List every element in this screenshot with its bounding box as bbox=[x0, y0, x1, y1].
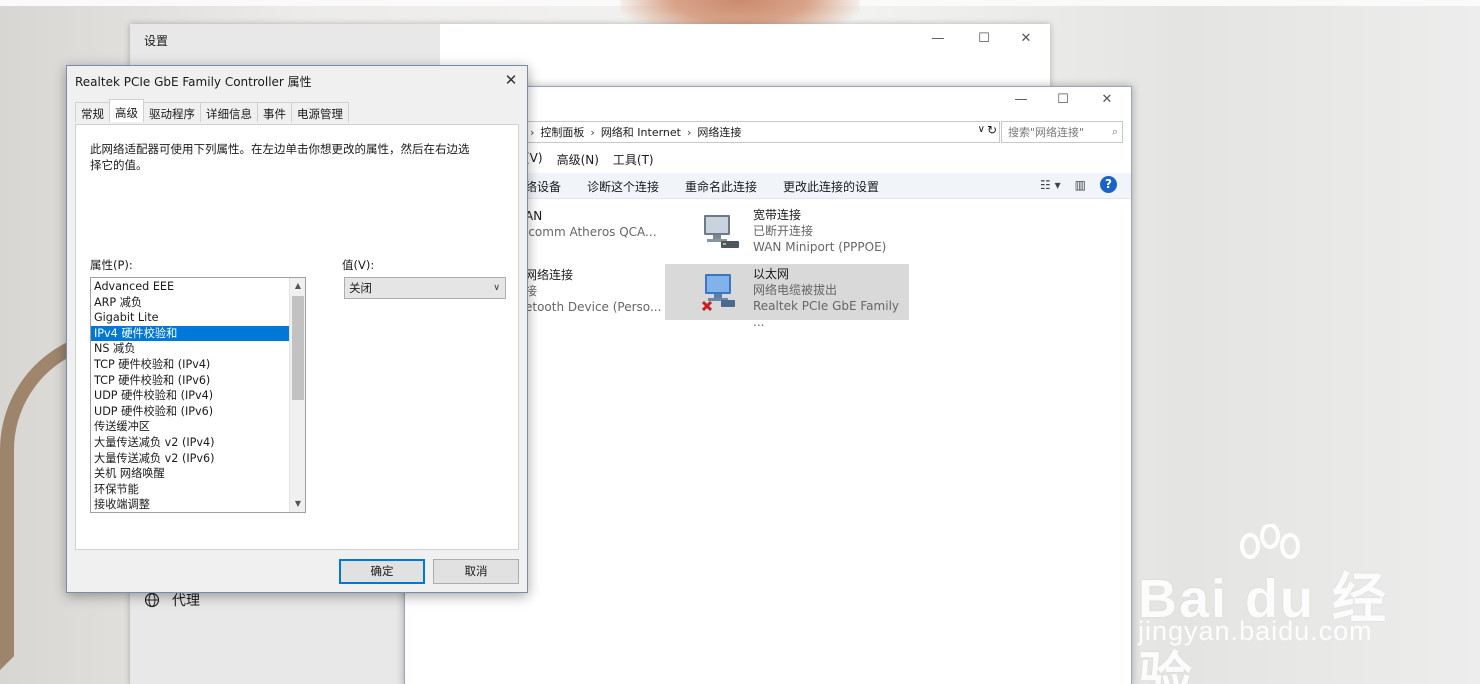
breadcrumb-chevron-icon: › bbox=[687, 125, 692, 139]
connection-name: AN bbox=[525, 209, 543, 223]
list-item[interactable]: 关机 网络唤醒 bbox=[91, 466, 289, 482]
connection-device: etooth Device (Perso... bbox=[525, 300, 662, 314]
list-item[interactable]: TCP 硬件校验和 (IPv6) bbox=[91, 373, 289, 389]
property-label: 属性(P): bbox=[90, 258, 133, 272]
list-item[interactable]: UDP 硬件校验和 (IPv6) bbox=[91, 404, 289, 420]
connection-device: WAN Miniport (PPPOE) bbox=[753, 240, 887, 254]
tab-driver[interactable]: 驱动程序 bbox=[143, 102, 201, 122]
cancel-button[interactable]: 取消 bbox=[433, 559, 519, 584]
scroll-up-icon[interactable]: ▲ bbox=[290, 278, 305, 294]
help-icon[interactable]: ? bbox=[1100, 176, 1117, 193]
dialog-title: Realtek PCIe GbE Family Controller 属性 bbox=[75, 75, 312, 89]
close-icon[interactable]: ✕ bbox=[1006, 28, 1046, 50]
list-item[interactable]: 接收端调整 bbox=[91, 497, 289, 512]
list-item[interactable]: ARP 减负 bbox=[91, 295, 289, 311]
list-item[interactable]: Advanced EEE bbox=[91, 279, 289, 295]
watermark-url: jingyan.baidu.com bbox=[1138, 616, 1373, 646]
minimize-icon[interactable]: — bbox=[1001, 89, 1041, 111]
list-item[interactable]: NS 减负 bbox=[91, 341, 289, 357]
minimize-icon[interactable]: — bbox=[918, 28, 958, 50]
list-item-selected[interactable]: IPv4 硬件校验和 bbox=[91, 325, 289, 342]
list-item[interactable]: Gigabit Lite bbox=[91, 310, 289, 326]
listbox-scrollbar[interactable]: ▲ ▼ bbox=[289, 278, 305, 512]
tab-details[interactable]: 详细信息 bbox=[200, 102, 258, 122]
property-listbox[interactable]: Advanced EEE ARP 减负 Gigabit Lite IPv4 硬件… bbox=[90, 277, 306, 513]
breadcrumb-chevron-icon: › bbox=[590, 125, 595, 139]
menu-advanced[interactable]: 高级(N) bbox=[557, 151, 599, 168]
list-item[interactable]: 环保节能 bbox=[91, 482, 289, 498]
connection-name: 以太网 bbox=[753, 267, 790, 281]
list-item[interactable]: 传送缓冲区 bbox=[91, 419, 289, 435]
breadcrumb-chevron-icon: › bbox=[530, 125, 535, 139]
menu-bar: (V) 高级(N) 工具(T) bbox=[525, 151, 654, 168]
maximize-icon[interactable]: ☐ bbox=[1043, 89, 1083, 111]
cmd-diagnose[interactable]: 诊断这个连接 bbox=[587, 178, 659, 195]
preview-pane-icon[interactable]: ▥ bbox=[1075, 178, 1086, 192]
value-dropdown-selected: 关闭 bbox=[349, 281, 372, 295]
value-label: 值(V): bbox=[342, 258, 375, 272]
view-options-icon[interactable]: ☷ ▾ bbox=[1040, 178, 1061, 192]
connection-status: 已断开连接 bbox=[753, 224, 814, 238]
cmd-rename[interactable]: 重命名此连接 bbox=[685, 178, 757, 195]
ok-button[interactable]: 确定 bbox=[339, 559, 425, 584]
close-icon[interactable]: ✕ bbox=[497, 68, 525, 92]
globe-icon bbox=[144, 592, 160, 608]
list-item[interactable]: 大量传送减负 v2 (IPv4) bbox=[91, 435, 289, 451]
close-icon[interactable]: ✕ bbox=[1087, 89, 1127, 111]
tab-events[interactable]: 事件 bbox=[257, 102, 292, 122]
search-placeholder: 搜索"网络连接" bbox=[1008, 126, 1085, 139]
settings-nav-proxy-label: 代理 bbox=[172, 593, 200, 609]
adapter-properties-dialog: Realtek PCIe GbE Family Controller 属性 ✕ … bbox=[66, 65, 528, 593]
description-text: 此网络适配器可使用下列属性。在左边单击你想更改的属性，然后在右边选择它的值。 bbox=[90, 142, 470, 172]
connection-device: lcomm Atheros QCA... bbox=[525, 225, 657, 239]
tab-power-management[interactable]: 电源管理 bbox=[291, 102, 349, 122]
menu-tools[interactable]: 工具(T) bbox=[613, 151, 654, 168]
connection-wlan[interactable]: AN lcomm Atheros QCA... bbox=[525, 208, 657, 240]
cmd-change-settings[interactable]: 更改此连接的设置 bbox=[783, 178, 879, 195]
breadcrumb-item[interactable]: 网络连接 bbox=[697, 124, 741, 140]
list-item[interactable]: UDP 硬件校验和 (IPv4) bbox=[91, 388, 289, 404]
refresh-icon[interactable]: ↻ bbox=[987, 123, 997, 137]
breadcrumb-item[interactable]: 网络和 Internet bbox=[601, 124, 681, 140]
connection-bluetooth[interactable]: 网络连接 接 etooth Device (Perso... bbox=[525, 267, 661, 315]
tab-advanced[interactable]: 高级 bbox=[109, 99, 144, 122]
list-item[interactable]: 大量传送减负 v2 (IPv6) bbox=[91, 451, 289, 467]
scroll-thumb[interactable] bbox=[292, 296, 304, 400]
breadcrumb-item[interactable]: 控制面板 bbox=[540, 124, 584, 140]
settings-title: 设置 bbox=[144, 34, 169, 48]
connection-ethernet[interactable]: 以太网 网络电缆被拔出 Realtek PCIe GbE Family ... bbox=[665, 264, 909, 329]
connection-status: 接 bbox=[525, 284, 538, 298]
connection-status: 网络电缆被拔出 bbox=[753, 283, 838, 297]
settings-nav-proxy[interactable]: 代理 bbox=[144, 590, 200, 610]
value-dropdown[interactable]: 关闭 ∨ bbox=[344, 277, 506, 299]
connection-name: 网络连接 bbox=[525, 268, 574, 282]
connection-device: Realtek PCIe GbE Family ... bbox=[753, 299, 899, 329]
connection-name: 宽带连接 bbox=[753, 208, 802, 222]
search-input[interactable]: 搜索"网络连接" ⌕ bbox=[1001, 121, 1123, 143]
list-item[interactable]: TCP 硬件校验和 (IPv4) bbox=[91, 357, 289, 373]
search-icon: ⌕ bbox=[1111, 125, 1118, 138]
maximize-icon[interactable]: ☐ bbox=[964, 28, 1004, 50]
baidu-jingyan-watermark: Bai du 经验 jingyan.baidu.com bbox=[1138, 524, 1408, 684]
address-bar[interactable]: › 控制面板 › 网络和 Internet › 网络连接 ∨ ↻ bbox=[525, 121, 1000, 143]
broadband-computer-icon bbox=[701, 211, 741, 253]
connection-broadband[interactable]: 宽带连接 已断开连接 WAN Miniport (PPPOE) bbox=[665, 205, 909, 261]
tab-strip: 常规 高级 驱动程序 详细信息 事件 电源管理 bbox=[75, 99, 349, 122]
cmd-disable-device[interactable]: 络设备 bbox=[525, 178, 561, 195]
tab-general[interactable]: 常规 bbox=[75, 102, 110, 122]
scroll-down-icon[interactable]: ▼ bbox=[290, 496, 305, 512]
chevron-down-icon[interactable]: ∨ bbox=[978, 124, 985, 135]
chevron-down-icon: ∨ bbox=[493, 283, 500, 293]
ethernet-disconnected-icon bbox=[701, 270, 741, 312]
advanced-tab-panel: 此网络适配器可使用下列属性。在左边单击你想更改的属性，然后在右边选择它的值。 属… bbox=[75, 124, 519, 550]
